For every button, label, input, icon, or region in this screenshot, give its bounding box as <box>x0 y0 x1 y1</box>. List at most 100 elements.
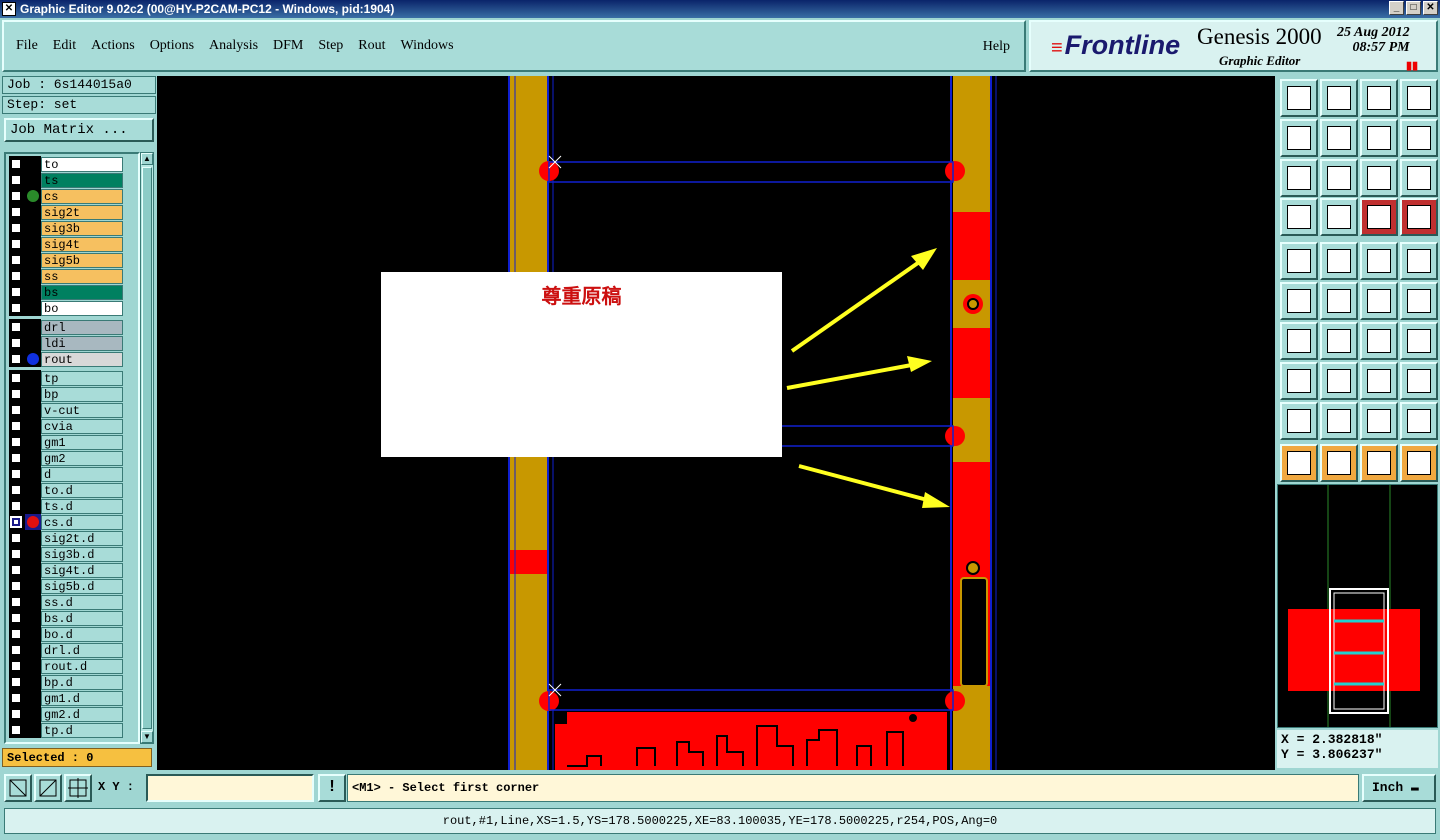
layer-row[interactable]: bp.d <box>9 674 135 690</box>
layer-row[interactable]: bs.d <box>9 610 135 626</box>
layer-name[interactable]: sig5b <box>41 252 123 268</box>
scale-icon[interactable] <box>1360 159 1398 197</box>
layer-name[interactable]: rout <box>41 351 123 367</box>
layer-name[interactable]: ldi <box>41 335 123 351</box>
layer-name[interactable]: sig4t <box>41 236 123 252</box>
layer-name[interactable]: bo.d <box>41 626 123 642</box>
layer-row[interactable]: sig3b.d <box>9 546 135 562</box>
layer-name[interactable]: bp.d <box>41 674 123 690</box>
measure-icon[interactable] <box>34 774 62 802</box>
save-icon[interactable] <box>1320 79 1358 117</box>
menu-help[interactable]: Help <box>983 39 1010 55</box>
layer-name[interactable]: sig5b.d <box>41 578 123 594</box>
mirror-icon[interactable] <box>1400 322 1438 360</box>
layer-checkbox[interactable] <box>10 468 22 480</box>
window-icon[interactable] <box>1400 79 1438 117</box>
close-button[interactable]: ✕ <box>1423 1 1438 15</box>
layer-name[interactable]: gm1.d <box>41 690 123 706</box>
layer-checkbox[interactable] <box>10 190 22 202</box>
menu-analysis[interactable]: Analysis <box>209 38 258 54</box>
layer-name[interactable]: ts <box>41 172 123 188</box>
layer-row[interactable]: to.d <box>9 482 135 498</box>
grid-snap-icon[interactable] <box>64 774 92 802</box>
layer-row[interactable]: rout <box>9 351 135 367</box>
layer-checkbox[interactable] <box>10 596 22 608</box>
layer-row[interactable]: ldi <box>9 335 135 351</box>
layer-row[interactable]: sig4t.d <box>9 562 135 578</box>
layer-name[interactable]: bs <box>41 284 123 300</box>
fit-icon[interactable] <box>1280 159 1318 197</box>
layer-row[interactable]: sig4t <box>9 236 135 252</box>
alert-icon[interactable]: ! <box>318 774 346 802</box>
layer-row[interactable]: bo.d <box>9 626 135 642</box>
pause-icon[interactable]: ▮▮ <box>1406 59 1418 72</box>
unit-selector[interactable]: Inch ▬ <box>1362 774 1436 802</box>
layer-checkbox[interactable] <box>10 692 22 704</box>
overview-map[interactable] <box>1277 484 1438 728</box>
layer-row[interactable]: ts.d <box>9 498 135 514</box>
layer-scrollbar[interactable]: ▲ ▼ <box>140 152 154 744</box>
layer-name[interactable]: cs <box>41 188 123 204</box>
ruler-icon[interactable] <box>1360 242 1398 280</box>
layer-name[interactable]: cs.d <box>41 514 123 530</box>
layer-row[interactable]: bs <box>9 284 135 300</box>
layer-checkbox[interactable] <box>10 302 22 314</box>
layer-row[interactable]: gm1.d <box>9 690 135 706</box>
layer-name[interactable]: bs.d <box>41 610 123 626</box>
layer-name[interactable]: gm1 <box>41 434 123 450</box>
layer-row[interactable]: to <box>9 156 135 172</box>
pad-icon[interactable] <box>1280 242 1318 280</box>
minimize-button[interactable]: _ <box>1389 1 1404 15</box>
layer-checkbox[interactable] <box>10 452 22 464</box>
layer-checkbox[interactable] <box>10 404 22 416</box>
layer-row[interactable]: ts <box>9 172 135 188</box>
layer-name[interactable]: sig2t.d <box>41 530 123 546</box>
layer-row[interactable]: cs.d <box>9 514 135 530</box>
group-icon[interactable] <box>1400 362 1438 400</box>
layer-name[interactable]: gm2 <box>41 450 123 466</box>
layer-row[interactable]: bp <box>9 386 135 402</box>
layer-name[interactable]: ss.d <box>41 594 123 610</box>
layer-name[interactable]: sig4t.d <box>41 562 123 578</box>
layer-row[interactable]: sig5b <box>9 252 135 268</box>
menu-actions[interactable]: Actions <box>91 38 135 54</box>
undo-icon[interactable] <box>1360 119 1398 157</box>
layer-name[interactable]: to.d <box>41 482 123 498</box>
redo-icon[interactable] <box>1400 119 1438 157</box>
layer-checkbox[interactable] <box>10 270 22 282</box>
layer-name[interactable]: sig2t <box>41 204 123 220</box>
layer-checkbox[interactable] <box>10 516 22 528</box>
layer-checkbox[interactable] <box>10 321 22 333</box>
help-icon[interactable] <box>1400 159 1438 197</box>
settings-icon[interactable] <box>1280 198 1318 236</box>
layer-checkbox[interactable] <box>10 254 22 266</box>
layer-row[interactable]: drl.d <box>9 642 135 658</box>
layer-row[interactable]: sig3b <box>9 220 135 236</box>
layer-name[interactable]: tp <box>41 370 123 386</box>
layer-row[interactable]: sig5b.d <box>9 578 135 594</box>
layer-row[interactable]: gm2.d <box>9 706 135 722</box>
route-icon[interactable] <box>1400 444 1438 482</box>
layer-checkbox[interactable] <box>10 222 22 234</box>
layer-checkbox[interactable] <box>10 532 22 544</box>
delete-icon[interactable] <box>1320 282 1358 320</box>
layer-red-icon[interactable] <box>1360 198 1398 236</box>
layer-row[interactable]: sig2t.d <box>9 530 135 546</box>
move-icon[interactable] <box>1360 282 1398 320</box>
layer-name[interactable]: to <box>41 156 123 172</box>
menu-rout[interactable]: Rout <box>358 38 385 54</box>
graphic-canvas[interactable]: 尊重原稿 <box>157 76 1275 770</box>
menu-file[interactable]: File <box>16 38 38 54</box>
open-icon[interactable] <box>1280 79 1318 117</box>
dash-icon[interactable] <box>1320 362 1358 400</box>
layer-checkbox[interactable] <box>10 644 22 656</box>
layer-checkbox[interactable] <box>10 548 22 560</box>
layer-checkbox[interactable] <box>10 564 22 576</box>
layer-name[interactable]: sig3b <box>41 220 123 236</box>
layer-name[interactable]: drl.d <box>41 642 123 658</box>
point-icon[interactable] <box>1280 362 1318 400</box>
layer-checkbox[interactable] <box>10 500 22 512</box>
layer-checkbox[interactable] <box>10 388 22 400</box>
arc-icon[interactable] <box>1360 322 1398 360</box>
layer-checkbox[interactable] <box>10 372 22 384</box>
